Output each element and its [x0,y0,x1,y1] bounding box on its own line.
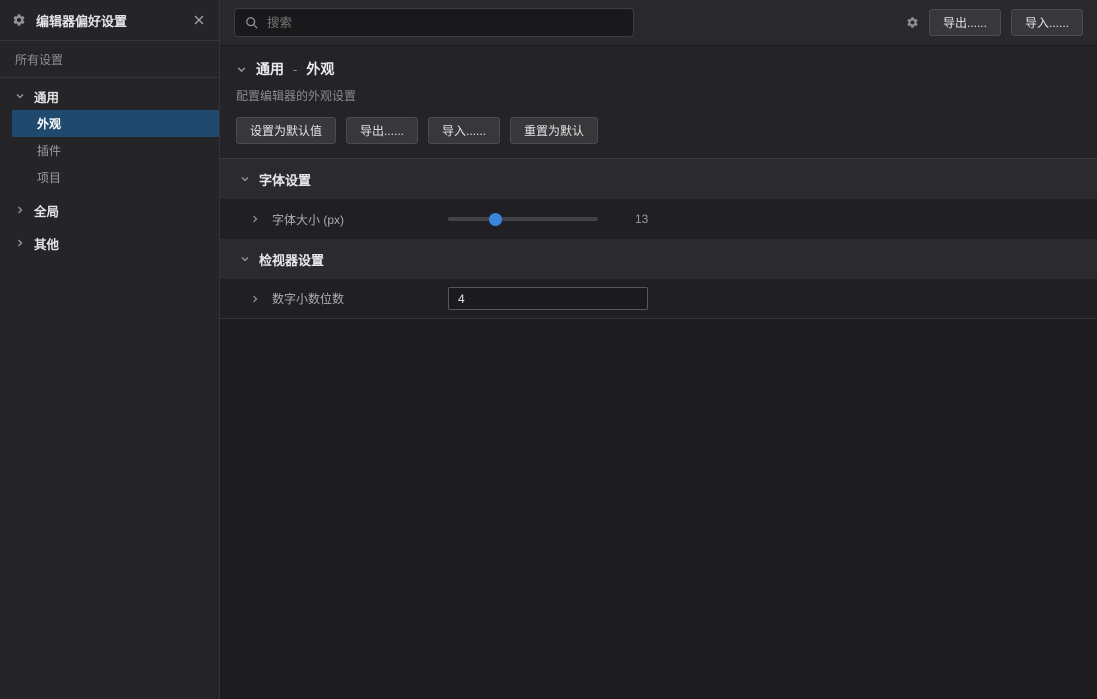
sidebar-item-plugins[interactable]: 插件 [0,137,219,164]
window-title: 编辑器偏好设置 [36,11,127,30]
chevron-down-icon [240,254,250,264]
import-settings-button[interactable]: 导入...... [428,117,500,144]
search-box [234,8,634,37]
page-subtitle: 配置编辑器的外观设置 [236,87,1081,104]
content-empty-area [220,319,1097,699]
font-size-slider[interactable] [448,212,598,226]
breadcrumb: 通用 - 外观 [236,59,1081,79]
gear-icon[interactable] [906,16,919,29]
chevron-down-icon [15,91,25,101]
sidebar-item-appearance[interactable]: 外观 [12,110,219,137]
topbar-actions: 导出...... 导入...... [906,9,1083,36]
set-default-button[interactable]: 设置为默认值 [236,117,336,144]
slider-track [448,217,598,221]
font-size-label: 字体大小 (px) [272,211,448,228]
chevron-right-icon[interactable] [250,214,260,224]
sidebar: 编辑器偏好设置 所有设置 通用 外观 插件 项目 [0,0,220,699]
reset-default-button[interactable]: 重置为默认 [510,117,598,144]
breadcrumb-group: 通用 [256,59,284,79]
breadcrumb-separator: - [293,62,297,77]
decimal-places-label: 数字小数位数 [272,290,448,307]
export-settings-button[interactable]: 导出...... [346,117,418,144]
sidebar-group-other[interactable]: 其他 [0,229,219,257]
content-header: 通用 - 外观 配置编辑器的外观设置 设置为默认值 导出...... 导入...… [220,46,1097,159]
chevron-down-icon[interactable] [236,64,247,75]
chevron-right-icon[interactable] [250,294,260,304]
font-size-slider-thumb[interactable] [489,213,502,226]
gear-icon [12,13,26,27]
header-actions: 设置为默认值 导出...... 导入...... 重置为默认 [236,117,1081,144]
export-button[interactable]: 导出...... [929,9,1001,36]
topbar: 导出...... 导入...... [220,0,1097,46]
main-panel: 导出...... 导入...... 通用 - 外观 配置编辑器的外观设置 设置为… [220,0,1097,699]
preferences-window: 编辑器偏好设置 所有设置 通用 外观 插件 项目 [0,0,1097,699]
close-icon[interactable] [191,12,207,28]
decimal-places-input[interactable] [448,287,648,310]
chevron-down-icon [240,174,250,184]
chevron-right-icon [15,205,25,215]
sidebar-group-global[interactable]: 全局 [0,196,219,224]
sidebar-header: 编辑器偏好设置 [0,0,219,41]
section-inspector-settings[interactable]: 检视器设置 [220,239,1097,279]
sidebar-item-all-settings[interactable]: 所有设置 [0,41,219,78]
font-size-row: 字体大小 (px) 13 [220,199,1097,239]
chevron-right-icon [15,238,25,248]
search-icon [245,16,259,30]
section-font-settings[interactable]: 字体设置 [220,159,1097,199]
sidebar-item-project[interactable]: 项目 [0,164,219,191]
import-button[interactable]: 导入...... [1011,9,1083,36]
breadcrumb-page: 外观 [306,59,334,79]
search-input[interactable] [267,16,623,30]
sidebar-group-general[interactable]: 通用 [0,82,219,110]
sidebar-tree: 通用 外观 插件 项目 全局 其他 [0,78,219,257]
font-size-value: 13 [635,212,648,226]
decimal-places-row: 数字小数位数 [220,279,1097,319]
